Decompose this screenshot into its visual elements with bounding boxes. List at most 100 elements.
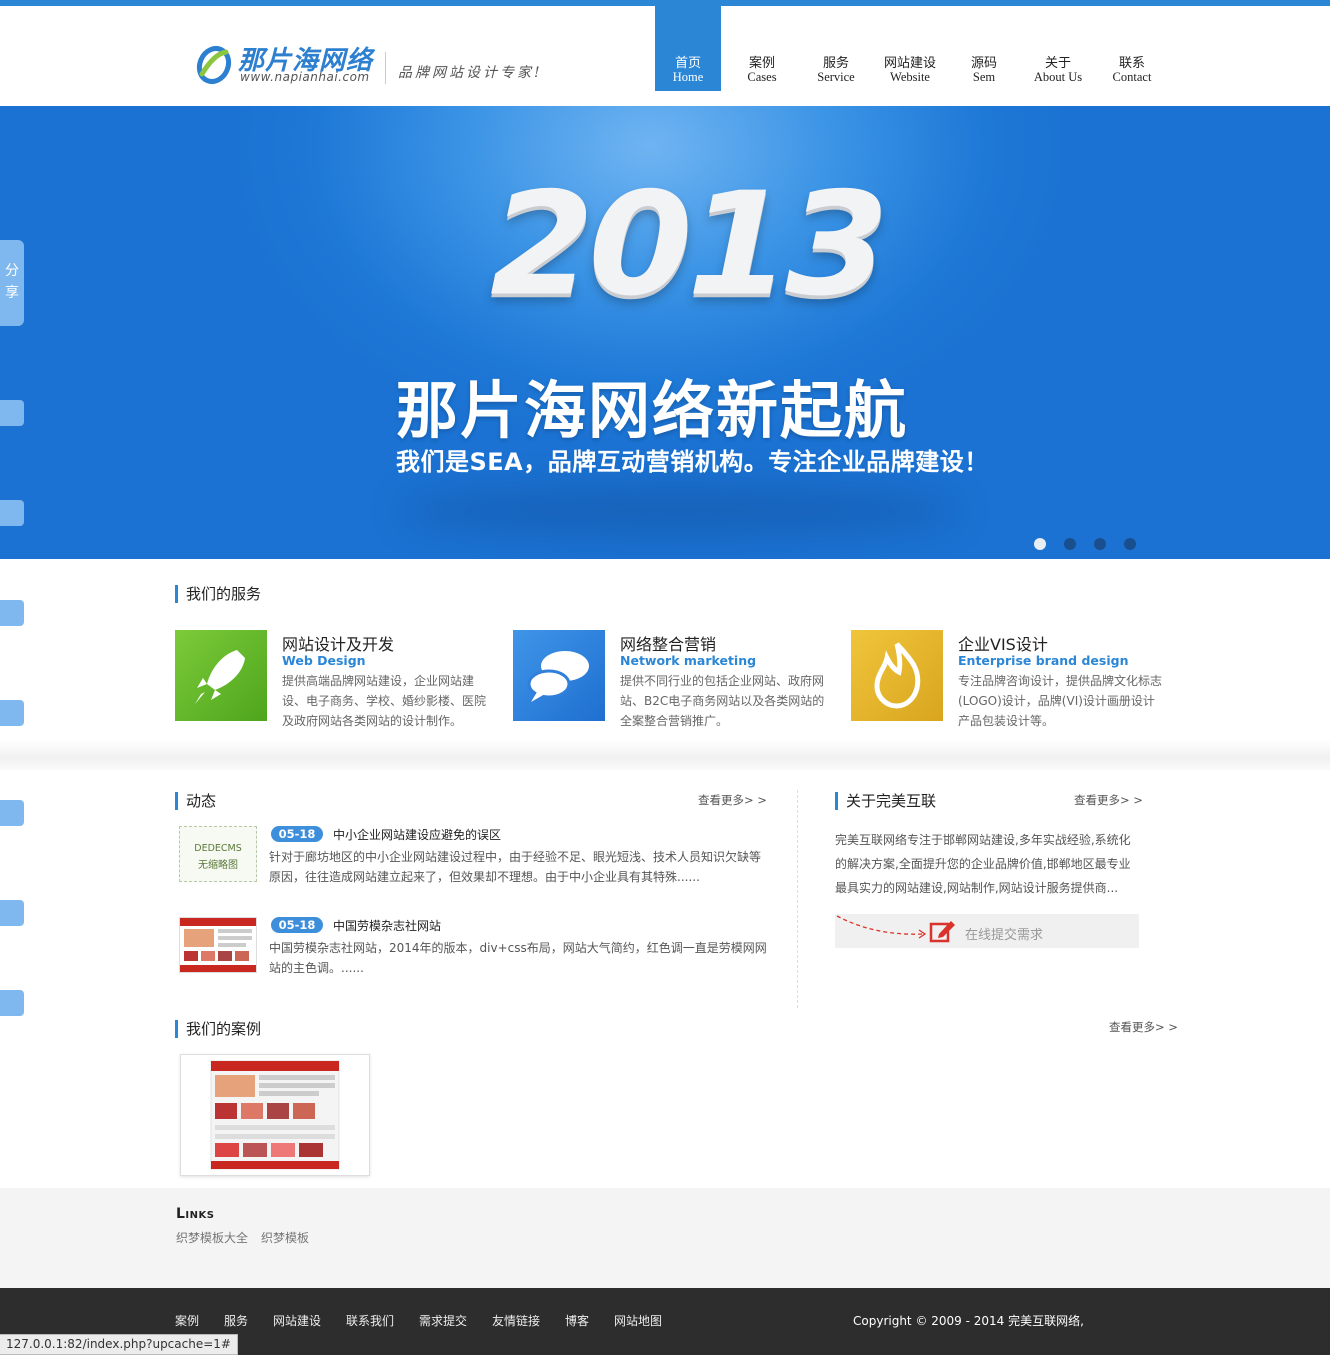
case-thumbnail[interactable]: [180, 1054, 370, 1176]
news-desc: 中国劳模杂志社网站，2014年的版本，div+css布局，网站大气简约，红色调一…: [269, 941, 767, 975]
friend-link[interactable]: 织梦模板大全: [176, 1229, 248, 1246]
nav-label-en: About Us: [1033, 70, 1083, 84]
service-desc: 专注品牌咨询设计，提供品牌文化标志(LOGO)设计，品牌(VI)设计画册设计产品…: [958, 674, 1163, 728]
side-float-tab[interactable]: [0, 990, 24, 1016]
nav-label-cn: 案例: [748, 55, 775, 70]
news-more-link[interactable]: 查看更多> >: [698, 792, 767, 808]
nav-item-about[interactable]: 关于 About Us: [1025, 0, 1091, 91]
edit-icon: [929, 921, 955, 943]
footer-link-service[interactable]: 服务: [224, 1312, 248, 1329]
service-desc: 提供高端品牌网站建设，企业网站建设、电子商务、学校、婚纱影楼、医院及政府网站各类…: [282, 674, 487, 728]
news-thumbnail[interactable]: [179, 917, 257, 973]
banner-shadow: [400, 486, 960, 536]
slider-dot-4[interactable]: [1124, 538, 1136, 550]
share-label-1: 分: [5, 263, 19, 279]
news-item: 05-18 中国劳模杂志社网站 中国劳模杂志社网站，2014年的版本，div+c…: [177, 917, 767, 987]
service-card-network-marketing[interactable]: 网络整合营销 Network marketing 提供不同行业的包括企业网站、政…: [513, 630, 833, 740]
slider-dot-3[interactable]: [1094, 538, 1106, 550]
side-float-tab[interactable]: [0, 500, 24, 526]
side-float-tab[interactable]: [0, 600, 24, 626]
service-subtitle: Network marketing: [620, 653, 757, 668]
services-title: 我们的服务: [175, 585, 261, 603]
nav-item-website[interactable]: 网站建设 Website: [877, 0, 943, 91]
nav-label-cn: 联系: [1118, 55, 1145, 70]
nav-label-en: Contact: [1112, 70, 1152, 84]
slider-dot-1[interactable]: [1034, 538, 1046, 550]
footer-link-website[interactable]: 网站建设: [273, 1312, 321, 1329]
share-tab[interactable]: 分 享: [0, 240, 24, 326]
nav-item-service[interactable]: 服务 Service: [803, 0, 869, 91]
about-text: 完美互联网络专注于邯郸网站建设,多年实战经验,系统化的解决方案,全面提升您的企业…: [835, 833, 1131, 895]
case-preview-image: [181, 1055, 369, 1175]
nav-label-cn: 关于: [1044, 55, 1071, 70]
side-float-tab[interactable]: [0, 400, 24, 426]
side-float-tab[interactable]: [0, 900, 24, 926]
chat-bubbles-icon: [513, 630, 605, 721]
friend-link[interactable]: 织梦模板: [261, 1229, 309, 1246]
nav-item-sem[interactable]: 源码 Sem: [951, 0, 1017, 91]
links-title: Links: [176, 1206, 215, 1222]
footer-link-submit[interactable]: 需求提交: [419, 1312, 467, 1329]
news-item: DEDECMS 无缩略图 05-18 中小企业网站建设应避免的误区 针对于廊坊地…: [177, 826, 767, 896]
about-more-link[interactable]: 查看更多> >: [1074, 792, 1143, 808]
cases-title: 我们的案例: [175, 1020, 261, 1038]
browser-status-bar: 127.0.0.1:82/index.php?upcache=1#: [0, 1334, 238, 1355]
nav-label-cn: 首页: [674, 55, 701, 70]
thumb-line-1: DEDECMS: [194, 843, 242, 854]
side-float-tab[interactable]: [0, 700, 24, 726]
nav-item-contact[interactable]: 联系 Contact: [1099, 0, 1165, 91]
site-logo[interactable]: 那片海网络 www.napianhai.com: [196, 42, 376, 92]
news-date-badge: 05-18: [271, 917, 323, 933]
footer-link-blog[interactable]: 博客: [565, 1312, 589, 1329]
slider-dot-2[interactable]: [1064, 538, 1076, 550]
service-subtitle: Web Design: [282, 653, 366, 668]
nav-item-cases[interactable]: 案例 Cases: [729, 0, 795, 91]
nav-label-en: Sem: [972, 70, 996, 84]
rocket-icon: [175, 630, 267, 721]
banner-year: 2013: [490, 162, 889, 328]
logo-swirl-icon: [196, 45, 232, 84]
service-title: 网站设计及开发: [282, 635, 395, 654]
nav-label-cn: 源码: [970, 55, 997, 70]
nav-label-en: Home: [672, 70, 704, 84]
submit-request-label: 在线提交需求: [965, 928, 1044, 943]
copyright: Copyright © 2009 - 2014 完美互联网络,: [853, 1314, 1084, 1328]
cases-more-link[interactable]: 查看更多> >: [1109, 1019, 1178, 1035]
section-divider-band: [0, 740, 1330, 770]
side-float-tab[interactable]: [0, 800, 24, 826]
news-thumbnail[interactable]: DEDECMS 无缩略图: [179, 826, 257, 882]
nav-label-cn: 服务: [822, 55, 849, 70]
news-title-link[interactable]: 中国劳模杂志社网站: [333, 917, 441, 934]
news-title: 动态: [175, 792, 216, 810]
thumb-line-2: 无缩略图: [198, 860, 238, 871]
nav-label-en: Website: [890, 70, 930, 84]
about-title: 关于完美互联: [835, 792, 936, 810]
hero-banner[interactable]: 2013 那片海网络新起航 我们是SEA，品牌互动营销机构。专注企业品牌建设！: [0, 106, 1330, 559]
logo-divider: [385, 52, 386, 84]
footer-link-sitemap[interactable]: 网站地图: [614, 1312, 662, 1329]
logo-domain: www.napianhai.com: [240, 70, 370, 84]
nav-label-en: Cases: [747, 70, 777, 84]
nav-item-home[interactable]: 首页 Home: [655, 0, 721, 91]
nav-label-cn: 网站建设: [883, 55, 936, 70]
service-title: 企业VIS设计: [958, 635, 1048, 654]
slogan: 品牌网站设计专家!: [398, 65, 543, 81]
column-divider: [797, 790, 798, 1008]
banner-subline: 我们是SEA，品牌互动营销机构。专注企业品牌建设！: [396, 448, 989, 476]
service-subtitle: Enterprise brand design: [958, 653, 1129, 668]
service-title: 网络整合营销: [620, 635, 717, 654]
submit-request-button[interactable]: 在线提交需求: [835, 914, 1139, 948]
nav-label-en: Service: [817, 70, 855, 84]
service-card-web-design[interactable]: 网站设计及开发 Web Design 提供高端品牌网站建设，企业网站建设、电子商…: [175, 630, 495, 740]
service-desc: 提供不同行业的包括企业网站、政府网站、B2C电子商务网站以及各类网站的全案整合营…: [620, 674, 825, 728]
news-desc: 针对于廊坊地区的中小企业网站建设过程中，由于经验不足、眼光短浅、技术人员知识欠缺…: [269, 850, 762, 884]
footer-link-cases[interactable]: 案例: [175, 1312, 199, 1329]
flame-icon: [851, 630, 943, 721]
footer-link-contact[interactable]: 联系我们: [346, 1312, 394, 1329]
news-date-badge: 05-18: [271, 826, 323, 842]
footer-link-friends[interactable]: 友情链接: [492, 1312, 540, 1329]
share-label-2: 享: [5, 285, 19, 301]
news-title-link[interactable]: 中小企业网站建设应避免的误区: [333, 826, 501, 843]
banner-headline: 那片海网络新起航: [396, 374, 909, 447]
service-card-brand-design[interactable]: 企业VIS设计 Enterprise brand design 专注品牌咨询设计…: [851, 630, 1171, 740]
